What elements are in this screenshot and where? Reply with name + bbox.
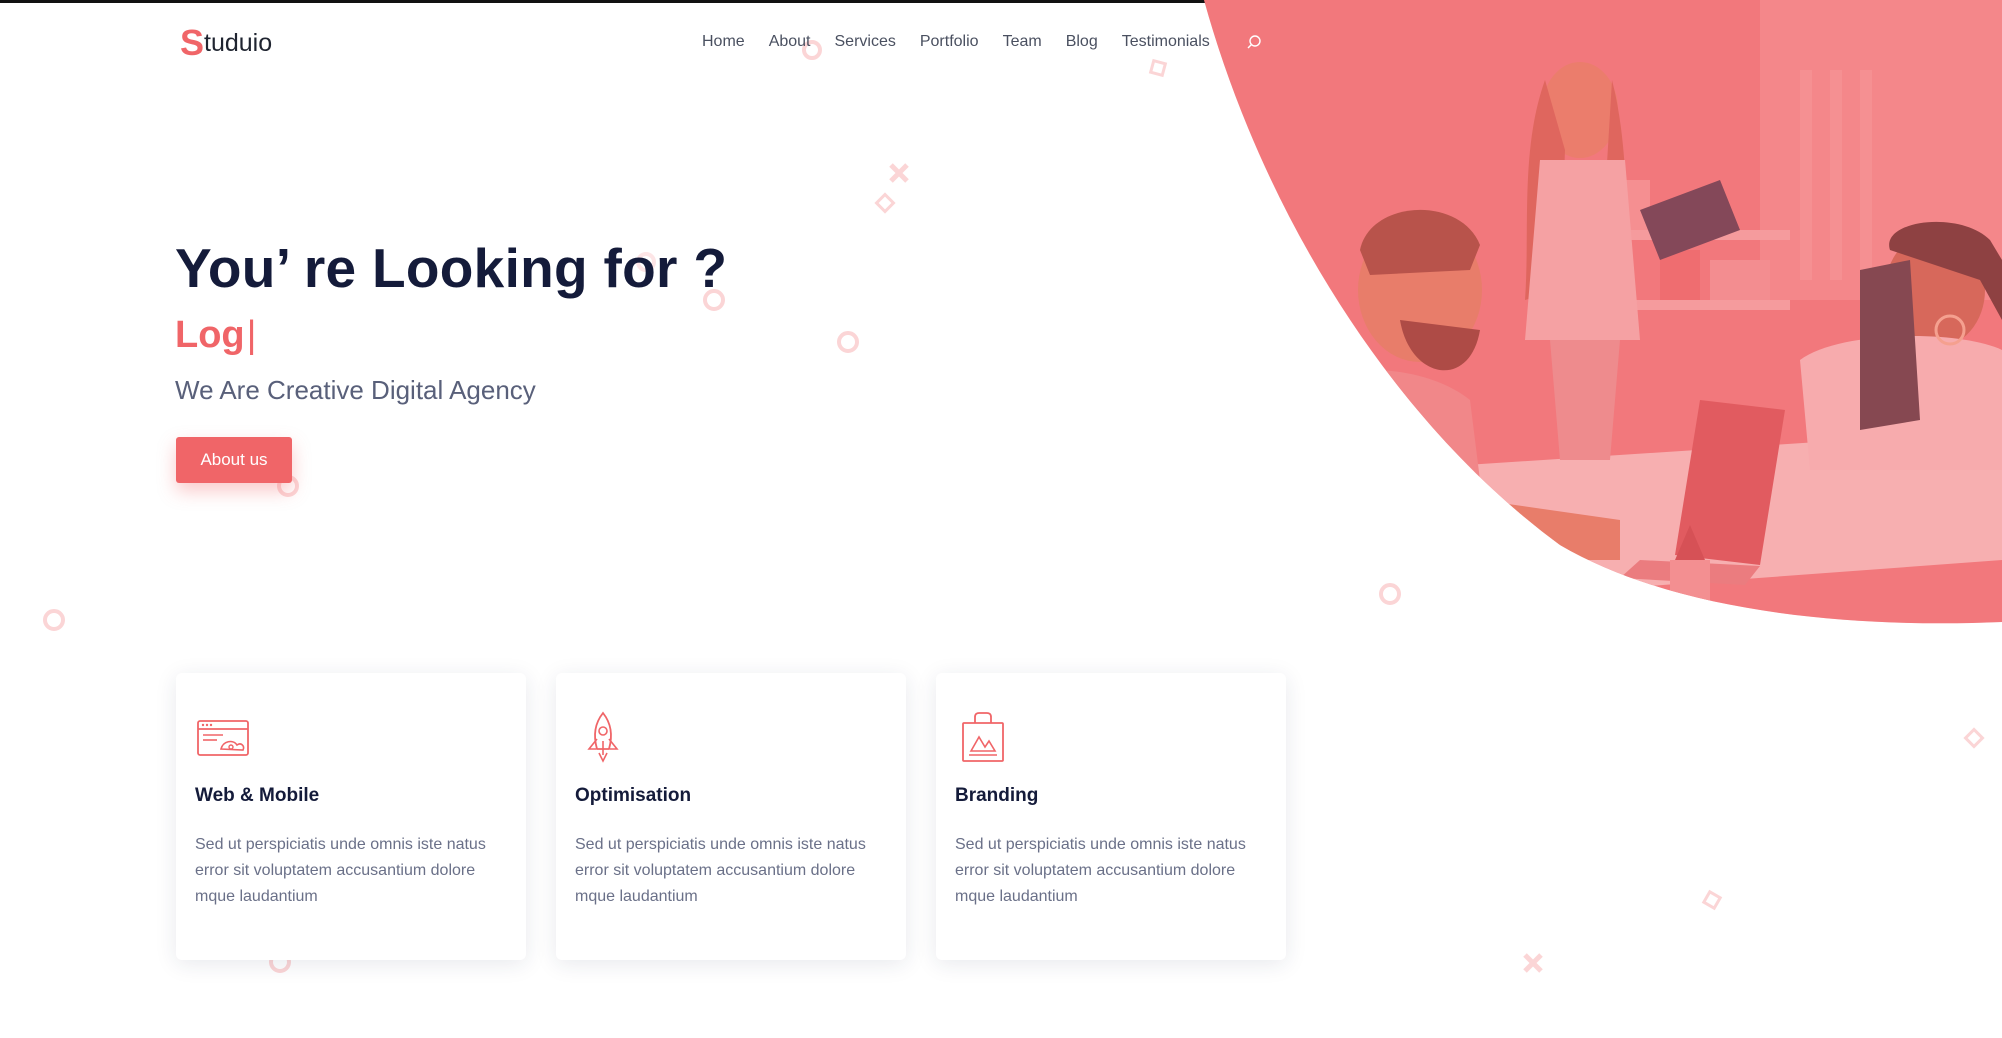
nav-item-portfolio[interactable]: Portfolio [920, 30, 979, 54]
hero-title: You’ re Looking for ? [175, 237, 728, 299]
decor-ring [837, 331, 859, 353]
logo-initial: S [180, 22, 204, 63]
card-text: Sed ut perspiciatis unde omnis iste natu… [195, 836, 486, 905]
shopping-bag-icon [962, 712, 1004, 762]
logo-text: tuduio [204, 29, 273, 57]
decor-cross [1523, 953, 1543, 973]
typed-word: Log [175, 314, 245, 356]
top-border [0, 0, 2002, 3]
decor-cross [889, 163, 909, 183]
nav-item-services[interactable]: Services [835, 30, 896, 54]
nav-item-blog[interactable]: Blog [1066, 30, 1098, 54]
main-nav: Home About Services Portfolio Team Blog … [702, 30, 1264, 54]
about-us-button[interactable]: About us [176, 437, 292, 483]
logo[interactable]: S tuduio [180, 22, 273, 63]
nav-item-testimonials[interactable]: Testimonials [1122, 30, 1210, 54]
hero-image [1204, 0, 2002, 624]
service-card-web-mobile: Web & Mobile Sed ut perspiciatis unde om… [176, 673, 526, 960]
card-title: Branding [955, 785, 1039, 806]
card-text: Sed ut perspiciatis unde omnis iste natu… [575, 836, 866, 905]
hero-typed-text: Log| [175, 310, 257, 360]
service-card-branding: Branding Sed ut perspiciatis unde omnis … [936, 673, 1286, 960]
browser-window-icon [197, 720, 249, 756]
nav-item-team[interactable]: Team [1003, 30, 1042, 54]
service-card-optimisation: Optimisation Sed ut perspiciatis unde om… [556, 673, 906, 960]
card-text: Sed ut perspiciatis unde omnis iste natu… [955, 836, 1246, 905]
decor-ring [43, 609, 65, 631]
decor-diamond [874, 192, 896, 214]
search-icon[interactable] [1244, 30, 1264, 54]
decor-diamond [1148, 58, 1168, 78]
nav-item-about[interactable]: About [769, 30, 811, 54]
rocket-icon [587, 711, 619, 763]
decor-diamond [1963, 727, 1985, 749]
typing-cursor: | [246, 314, 257, 356]
card-title: Optimisation [575, 785, 692, 806]
decor-ring [1379, 583, 1401, 605]
hero-subtitle: We Are Creative Digital Agency [175, 375, 536, 405]
decor-diamond [1701, 889, 1723, 911]
card-title: Web & Mobile [195, 785, 320, 806]
nav-item-home[interactable]: Home [702, 30, 745, 54]
